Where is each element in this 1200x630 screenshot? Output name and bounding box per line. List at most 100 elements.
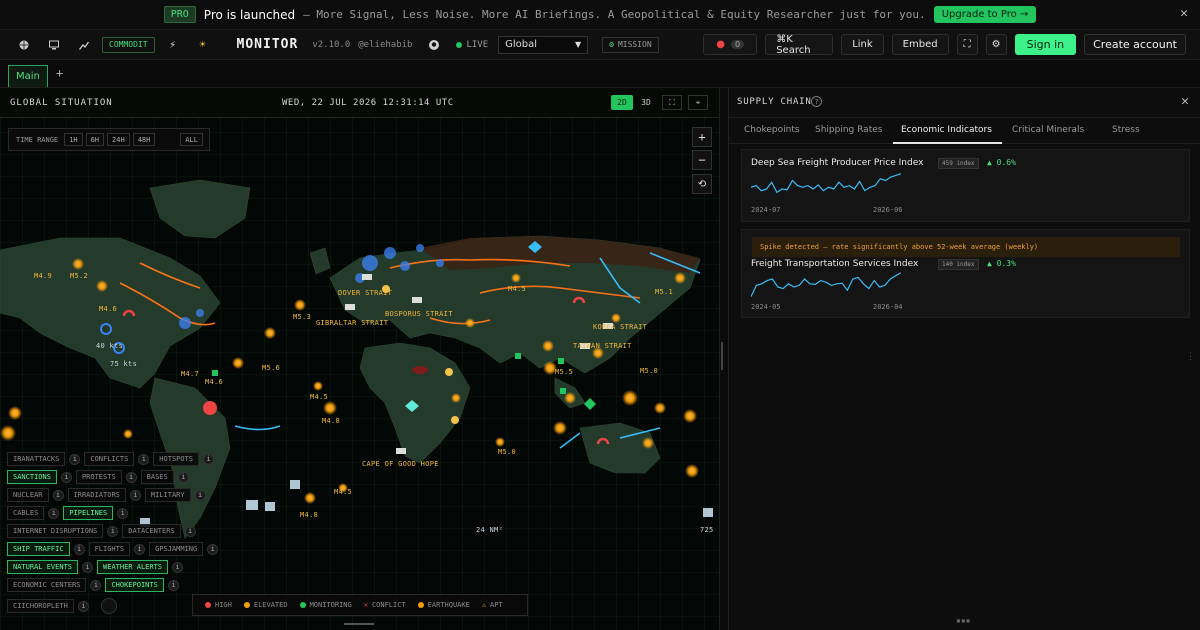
- layer-flights[interactable]: FLIGHTS: [88, 542, 131, 556]
- layer-weather-alerts[interactable]: WEATHER ALERTS: [97, 560, 169, 574]
- resize-handle[interactable]: [344, 623, 374, 625]
- add-tab-icon[interactable]: +: [56, 66, 63, 80]
- layer-ciichoropleth[interactable]: CIICHOROPLETH: [7, 599, 74, 613]
- layer-conflicts[interactable]: CONFLICTS: [84, 452, 135, 466]
- layer-internet-disruptions[interactable]: INTERNET DISRUPTIONS: [7, 524, 104, 538]
- view-3d-button[interactable]: 3D: [636, 95, 656, 110]
- time-range-all[interactable]: ALL: [180, 133, 203, 146]
- help-icon[interactable]: ?: [811, 96, 822, 107]
- tab-critical-minerals[interactable]: Critical Minerals: [1012, 125, 1084, 135]
- close-panel-icon[interactable]: ✕: [1181, 94, 1189, 109]
- search-button[interactable]: ⌘K Search: [765, 34, 834, 56]
- info-icon[interactable]: i: [77, 600, 89, 612]
- notifications-button[interactable]: ● 0: [703, 34, 758, 55]
- layer-bases[interactable]: BASES: [140, 470, 174, 484]
- github-icon[interactable]: [422, 35, 446, 55]
- info-icon[interactable]: i: [134, 543, 146, 555]
- layer-military[interactable]: MILITARY: [144, 488, 191, 502]
- embed-button[interactable]: Embed: [891, 34, 949, 55]
- layer-cables[interactable]: CABLES: [7, 506, 45, 520]
- info-icon[interactable]: i: [177, 471, 189, 483]
- link-button[interactable]: Link: [841, 34, 884, 55]
- info-icon[interactable]: i: [117, 507, 129, 519]
- sparkline-start-date: 2024-05: [751, 303, 781, 311]
- info-icon[interactable]: i: [82, 561, 94, 573]
- layer-hotspots[interactable]: HOTSPOTS: [153, 452, 200, 466]
- info-icon[interactable]: i: [203, 453, 215, 465]
- layer-irradiators[interactable]: IRRADIATORS: [67, 488, 126, 502]
- tab-main[interactable]: Main: [8, 65, 48, 87]
- time-range-48h[interactable]: 48H: [132, 133, 156, 146]
- layer-ship-traffic[interactable]: SHIP TRAFFIC: [7, 542, 70, 556]
- info-icon[interactable]: i: [90, 579, 102, 591]
- time-range-1h[interactable]: 1H: [64, 133, 83, 146]
- info-icon[interactable]: i: [60, 471, 72, 483]
- layer-nuclear[interactable]: NUCLEAR: [7, 488, 49, 502]
- close-promo-icon[interactable]: ✕: [1180, 6, 1188, 21]
- layer-datacenters[interactable]: DATACENTERS: [122, 524, 181, 538]
- upgrade-button[interactable]: Upgrade to Pro →: [933, 6, 1037, 23]
- info-icon[interactable]: i: [172, 561, 184, 573]
- info-icon[interactable]: i: [207, 543, 219, 555]
- globe-icon[interactable]: [12, 35, 36, 55]
- monitor-icon[interactable]: [42, 35, 66, 55]
- tab-shipping-rates[interactable]: Shipping Rates: [815, 125, 882, 135]
- high-alert-marker[interactable]: [203, 401, 217, 415]
- layer-economic-centers[interactable]: ECONOMIC CENTERS: [7, 578, 87, 592]
- time-range-6h[interactable]: 6H: [85, 133, 105, 146]
- info-icon[interactable]: i: [125, 471, 137, 483]
- mission-button[interactable]: ⚙ MISSION: [602, 36, 659, 53]
- info-icon[interactable]: i: [48, 507, 60, 519]
- promo-title: Pro is launched: [203, 7, 296, 22]
- reset-view-button[interactable]: ⟲: [692, 174, 712, 194]
- drag-handle-icon[interactable]: ▪▪▪: [956, 616, 970, 625]
- pin-icon[interactable]: ⌖: [688, 95, 708, 110]
- layer-gpsjamming[interactable]: GPSJAMMING: [149, 542, 204, 556]
- info-icon[interactable]: i: [194, 489, 206, 501]
- info-icon[interactable]: i: [167, 579, 179, 591]
- legend-item: ⚠ APT: [482, 601, 503, 609]
- map-label: M4.6: [99, 305, 118, 313]
- layer-sanctions[interactable]: SANCTIONS: [7, 470, 57, 484]
- tab-economic-indicators[interactable]: Economic Indicators: [901, 125, 992, 135]
- settings-icon[interactable]: ⚙: [985, 34, 1007, 55]
- layer-iranattacks[interactable]: IRANATTACKS: [7, 452, 66, 466]
- author-handle[interactable]: @eliehabib: [358, 40, 412, 50]
- commodity-button[interactable]: COMMODIT: [102, 36, 155, 53]
- conflict-zone: [412, 366, 428, 374]
- sun-icon[interactable]: ☀: [191, 35, 215, 55]
- panel-resize-handle[interactable]: [721, 342, 723, 370]
- info-icon[interactable]: i: [138, 453, 150, 465]
- info-icon[interactable]: i: [107, 525, 119, 537]
- create-account-button[interactable]: Create account: [1084, 34, 1186, 55]
- workspace-tabs: Main +: [0, 60, 1200, 88]
- layer-protests[interactable]: PROTESTS: [75, 470, 122, 484]
- info-icon[interactable]: i: [52, 489, 64, 501]
- info-icon[interactable]: i: [184, 525, 196, 537]
- time-range-24h[interactable]: 24H: [107, 133, 130, 146]
- zoom-out-button[interactable]: −: [692, 150, 712, 170]
- fullscreen-icon[interactable]: ⛶: [956, 34, 978, 55]
- region-select[interactable]: Global ▼: [498, 35, 589, 54]
- info-icon[interactable]: i: [73, 543, 85, 555]
- info-icon[interactable]: i: [69, 453, 81, 465]
- live-indicator: LIVE: [456, 40, 488, 50]
- map-label: CAPE OF GOOD HOPE: [362, 460, 439, 468]
- legend-item: ✕ CONFLICT: [364, 601, 406, 609]
- legend-label: HIGH: [215, 601, 232, 609]
- bolt-icon[interactable]: ⚡: [161, 35, 185, 55]
- tab-stress[interactable]: Stress: [1112, 125, 1140, 135]
- chart-icon[interactable]: [72, 35, 96, 55]
- view-2d-button[interactable]: 2D: [611, 95, 633, 110]
- expand-icon[interactable]: ⛶: [662, 95, 682, 110]
- tab-chokepoints[interactable]: Chokepoints: [744, 125, 800, 135]
- layer-chokepoints[interactable]: CHOKEPOINTS: [105, 578, 164, 592]
- layer-natural-events[interactable]: NATURAL EVENTS: [7, 560, 79, 574]
- signin-button[interactable]: Sign in: [1014, 34, 1077, 55]
- color-swatch-icon[interactable]: [100, 598, 117, 614]
- supply-chain-header: SUPPLY CHAIN ? ✕: [729, 88, 1200, 118]
- zoom-in-button[interactable]: +: [692, 127, 712, 147]
- layer-pipelines[interactable]: PIPELINES: [63, 506, 114, 520]
- more-options-icon[interactable]: ⋮: [1186, 352, 1195, 362]
- info-icon[interactable]: i: [129, 489, 141, 501]
